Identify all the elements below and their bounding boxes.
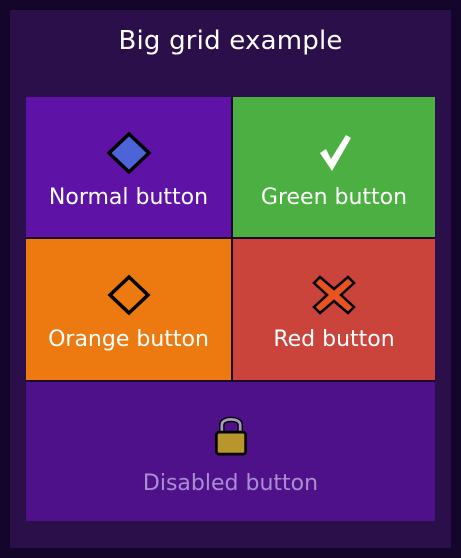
- green-button[interactable]: Green button: [231, 97, 435, 237]
- disabled-button-label: Disabled button: [142, 471, 319, 496]
- grid-panel: Big grid example Normal button Green but…: [10, 10, 451, 548]
- cross-icon: [312, 275, 356, 315]
- checkmark-icon: [320, 135, 351, 171]
- panel-title: Big grid example: [118, 26, 343, 56]
- disabled-button: Disabled button: [26, 380, 435, 521]
- red-button-label: Red button: [273, 327, 395, 352]
- normal-button[interactable]: Normal button: [26, 97, 231, 237]
- button-grid: Normal button Green button Orange button…: [26, 97, 435, 521]
- diamond-icon: [105, 131, 152, 175]
- lock-icon: [214, 416, 247, 456]
- red-button[interactable]: Red button: [231, 237, 435, 380]
- orange-button[interactable]: Orange button: [26, 237, 231, 380]
- normal-button-label: Normal button: [48, 185, 209, 210]
- green-button-label: Green button: [260, 185, 408, 210]
- orange-button-label: Orange button: [48, 327, 209, 352]
- diamond-icon: [106, 274, 151, 316]
